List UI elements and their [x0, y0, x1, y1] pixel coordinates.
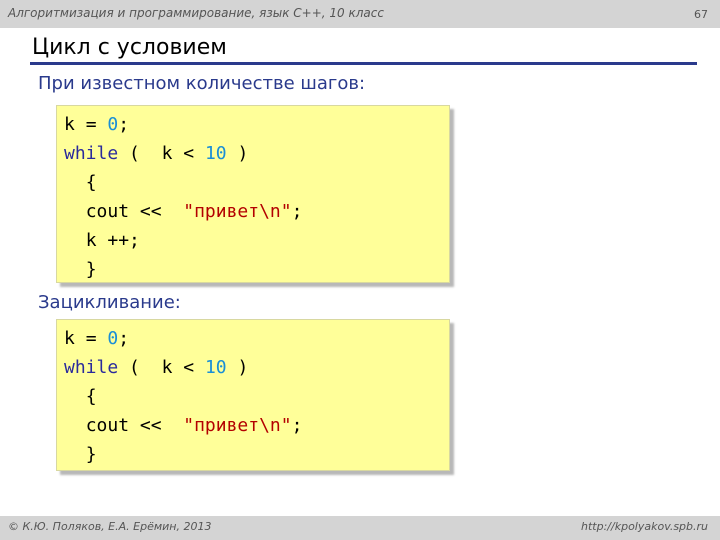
code-number: 10	[204, 357, 227, 378]
code-keyword: while	[64, 357, 119, 378]
course-title: Алгоритмизация и программирование, язык …	[8, 6, 384, 20]
code-token: (	[129, 357, 140, 378]
code-number: 0	[107, 328, 119, 349]
footer-author: © К.Ю. Поляков, Е.А. Ерёмин, 2013	[8, 520, 212, 533]
code-token: ;	[118, 328, 130, 349]
code-block-known-steps: k = 0; while ( k < 10 ) { cout << "привет…	[56, 105, 450, 283]
code-token: ;	[291, 415, 303, 436]
code-text: k = 0; while ( k < 10 ) { cout << "привет…	[64, 110, 302, 284]
code-string: "привет\n"	[183, 201, 292, 222]
section-heading-known-steps: При известном количестве шагов:	[38, 73, 366, 94]
code-keyword: while	[64, 143, 119, 164]
slide-title: Цикл с условием	[32, 35, 227, 60]
code-string: "привет\n"	[183, 415, 292, 436]
code-token: )	[237, 143, 249, 164]
code-token: =	[85, 114, 97, 135]
code-token: }	[85, 259, 97, 280]
code-text: k = 0; while ( k < 10 ) { cout << "привет…	[64, 324, 302, 469]
code-token: k	[161, 357, 173, 378]
code-token: k ++;	[85, 230, 140, 251]
code-token: ;	[291, 201, 303, 222]
code-token: <	[183, 357, 195, 378]
code-token: k	[64, 328, 75, 349]
code-line: {	[64, 382, 302, 411]
code-number: 0	[107, 114, 119, 135]
code-line: {	[64, 168, 302, 197]
code-token: }	[85, 444, 97, 465]
code-token: (	[129, 143, 140, 164]
code-line: k = 0;	[64, 110, 302, 139]
header-bar: Алгоритмизация и программирование, язык …	[0, 0, 720, 28]
code-line: }	[64, 255, 302, 284]
code-token: ;	[118, 114, 130, 135]
slide-number: 67	[694, 8, 708, 21]
code-token: )	[237, 357, 249, 378]
code-token: cout <<	[85, 415, 162, 436]
code-line: k ++;	[64, 226, 302, 255]
code-token: k	[64, 114, 75, 135]
code-line: k = 0;	[64, 324, 302, 353]
code-line: cout << "привет\n";	[64, 411, 303, 440]
code-line: while ( k < 10 )	[64, 139, 302, 168]
code-token: =	[85, 328, 97, 349]
footer-bar: © К.Ю. Поляков, Е.А. Ерёмин, 2013 http:/…	[0, 516, 720, 540]
code-token: cout <<	[85, 201, 162, 222]
section-heading-infinite-loop: Зацикливание:	[38, 292, 181, 313]
code-number: 10	[204, 143, 227, 164]
code-block-infinite-loop: k = 0; while ( k < 10 ) { cout << "привет…	[56, 319, 450, 471]
code-line: }	[64, 440, 302, 469]
code-token: {	[85, 386, 97, 407]
footer-site-link[interactable]: http://kpolyakov.spb.ru	[581, 520, 708, 533]
code-line: cout << "привет\n";	[64, 197, 303, 226]
title-underline	[30, 62, 697, 65]
code-token: <	[183, 143, 195, 164]
code-token: k	[161, 143, 173, 164]
code-line: while ( k < 10 )	[64, 353, 302, 382]
code-token: {	[85, 172, 97, 193]
